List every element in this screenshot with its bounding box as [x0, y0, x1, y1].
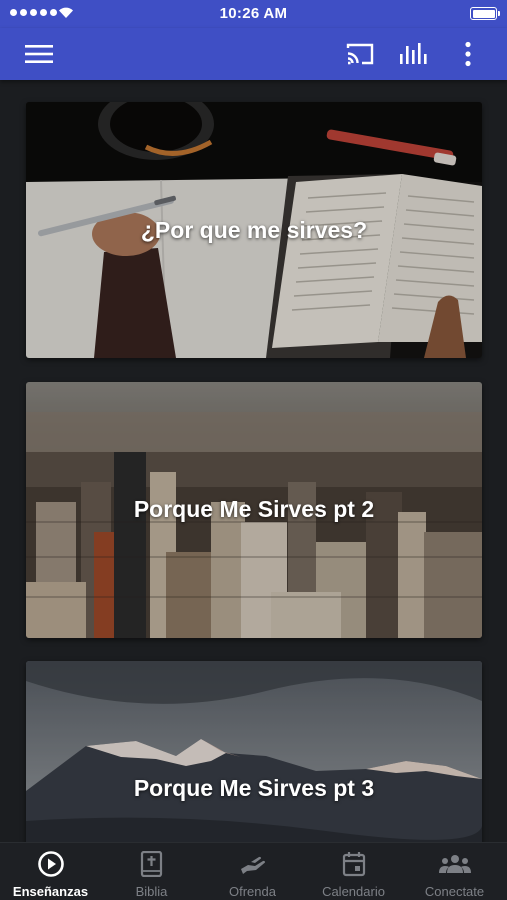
offering-hand-icon — [240, 856, 265, 874]
sermon-card[interactable]: Porque Me Sirves pt 3 — [26, 661, 482, 842]
cast-icon — [346, 43, 374, 65]
tab-label: Enseñanzas — [12, 884, 89, 899]
audio-button[interactable] — [392, 28, 436, 80]
status-time: 10:26 AM — [219, 5, 288, 22]
equalizer-icon — [400, 43, 427, 64]
sermon-card[interactable]: Porque Me Sirves pt 2 — [26, 382, 482, 638]
menu-button[interactable] — [17, 28, 61, 80]
bottom-tab-bar: Enseñanzas Biblia Ofrenda Calendario Con… — [0, 842, 507, 900]
tab-calendario[interactable]: Calendario — [303, 843, 404, 900]
card-title: Porque Me Sirves pt 2 — [133, 496, 375, 522]
cast-button[interactable] — [338, 28, 382, 80]
tab-label: Conectate — [424, 884, 485, 899]
tab-label: Ofrenda — [229, 884, 276, 899]
sermon-feed[interactable]: ¿Por que me sirves? Porque Me Sirves pt … — [0, 80, 507, 842]
tab-conectate[interactable]: Conectate — [404, 843, 505, 900]
bible-icon — [140, 851, 162, 877]
battery-icon — [470, 7, 500, 20]
tab-ensenanzas[interactable]: Enseñanzas — [0, 843, 101, 900]
card-title: Porque Me Sirves pt 3 — [133, 775, 375, 801]
tab-label: Calendario — [322, 884, 385, 899]
menu-icon — [25, 45, 53, 63]
more-options-button[interactable] — [446, 28, 490, 80]
calendar-icon — [342, 852, 365, 877]
play-circle-icon — [37, 851, 64, 877]
sermon-card[interactable]: ¿Por que me sirves? — [26, 102, 482, 358]
more-vert-icon — [465, 41, 471, 67]
app-bar — [0, 28, 507, 80]
tab-ofrenda[interactable]: Ofrenda — [202, 843, 303, 900]
tab-label: Biblia — [135, 884, 168, 899]
status-bar: 10:26 AM — [0, 0, 507, 28]
card-image-overlay — [26, 661, 482, 842]
card-title: ¿Por que me sirves? — [140, 217, 368, 243]
tab-biblia[interactable]: Biblia — [101, 843, 202, 900]
group-icon — [438, 855, 471, 873]
